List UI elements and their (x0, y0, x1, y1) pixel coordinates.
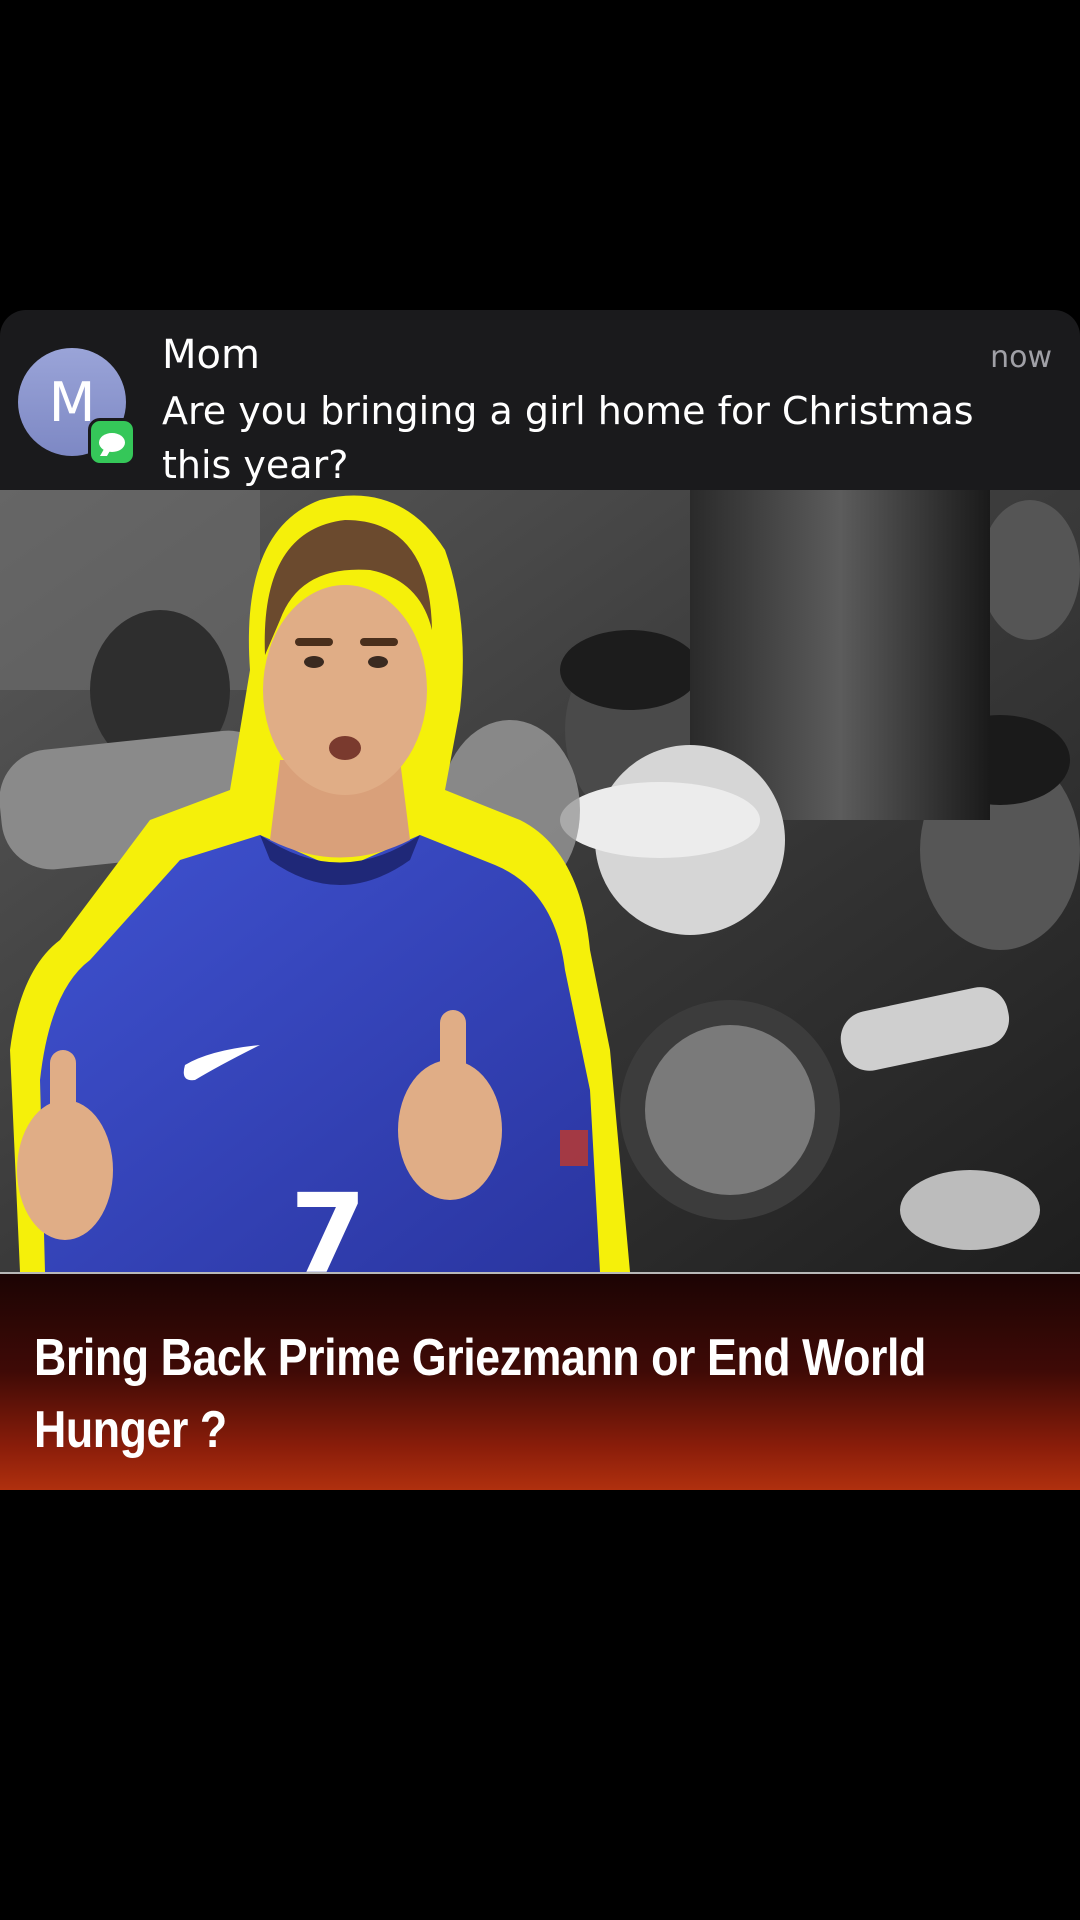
caption-bar: Bring Back Prime Griezmann or End World … (0, 1272, 1080, 1490)
thumbnail-image: 7 (0, 490, 1080, 1272)
message-notification[interactable]: M Mom now Are you bringing a girl home f… (0, 310, 1080, 490)
notification-sender: Mom (162, 332, 260, 378)
messages-app-icon (88, 418, 136, 466)
video-title: Bring Back Prime Griezmann or End World … (34, 1329, 926, 1459)
screen: M Mom now Are you bringing a girl home f… (0, 0, 1080, 1920)
video-thumbnail[interactable]: 7 (0, 490, 1080, 1272)
notification-time: now (990, 340, 1052, 375)
jersey-number: 7 (290, 1170, 367, 1272)
notification-message: Are you bringing a girl home for Christm… (162, 389, 974, 487)
